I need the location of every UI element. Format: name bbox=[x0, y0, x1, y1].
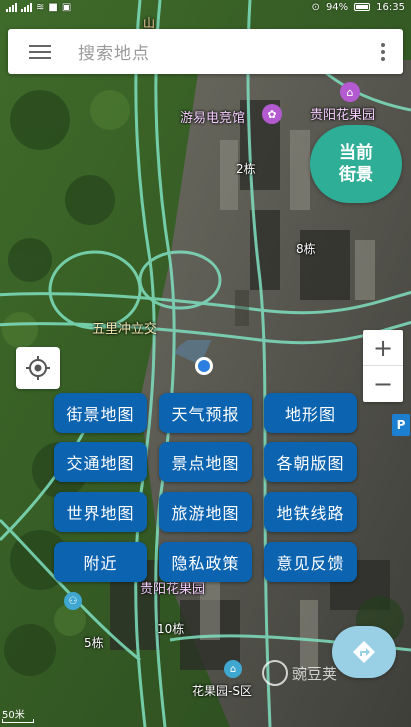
map-label-poi: 贵阳花果园 bbox=[310, 108, 376, 123]
privacy-policy-button[interactable]: 隐私政策 bbox=[159, 542, 252, 582]
zoom-control: + − bbox=[363, 330, 403, 402]
poi-icon: ✿ bbox=[262, 104, 282, 124]
weather-button[interactable]: 天气预报 bbox=[159, 393, 252, 433]
watermark-text: 豌豆荚 bbox=[292, 664, 338, 683]
terrain-map-button[interactable]: 地形图 bbox=[264, 393, 357, 433]
current-location-marker bbox=[174, 340, 213, 375]
zoom-in-button[interactable]: + bbox=[363, 330, 403, 366]
menu-icon[interactable] bbox=[8, 29, 52, 74]
wifi-icon: ≋ bbox=[36, 1, 45, 13]
feedback-button[interactable]: 意见反馈 bbox=[264, 542, 357, 582]
traffic-map-button[interactable]: 交通地图 bbox=[54, 442, 147, 482]
map-label: 8栋 bbox=[296, 242, 316, 256]
signal-icon bbox=[6, 2, 17, 12]
map-label: 2栋 bbox=[236, 162, 256, 176]
current-street-view-button[interactable]: 当前 街景 bbox=[310, 125, 402, 203]
restroom-icon: ⚇ bbox=[64, 592, 82, 610]
status-bar: ≋ ■ ▣ ⊙ 94% 16:35 bbox=[0, 0, 411, 14]
map-label: 花果园-S区 bbox=[192, 684, 252, 698]
watermark-logo-icon bbox=[262, 660, 288, 686]
poi-icon: ⌂ bbox=[224, 660, 242, 678]
map-label: 5栋 bbox=[84, 636, 104, 650]
shop-icon: ⌂ bbox=[340, 82, 360, 102]
street-view-label-2: 街景 bbox=[339, 165, 373, 185]
street-map-button[interactable]: 街景地图 bbox=[54, 393, 147, 433]
search-input[interactable]: 搜索地点 bbox=[78, 39, 150, 64]
nearby-button[interactable]: 附近 bbox=[54, 542, 147, 582]
watermark: 豌豆荚 bbox=[262, 660, 337, 686]
notification-icon: ▣ bbox=[61, 1, 72, 13]
route-navigation-button[interactable] bbox=[332, 626, 396, 678]
metro-lines-button[interactable]: 地铁线路 bbox=[264, 492, 357, 532]
map-label-poi: 游易电竞馆 bbox=[180, 111, 246, 126]
map-label: 10栋 bbox=[157, 622, 185, 636]
map-label-road: 五里冲立交 bbox=[92, 322, 158, 337]
scenic-map-button[interactable]: 景点地图 bbox=[159, 442, 252, 482]
parking-icon: P bbox=[392, 414, 410, 436]
location-icon: ⊙ bbox=[311, 1, 320, 13]
travel-map-button[interactable]: 旅游地图 bbox=[159, 492, 252, 532]
notification-icon: ■ bbox=[48, 1, 58, 13]
world-map-button[interactable]: 世界地图 bbox=[54, 492, 147, 532]
turn-arrow-icon bbox=[353, 641, 375, 663]
battery-icon bbox=[354, 3, 371, 11]
more-options-icon[interactable] bbox=[363, 29, 403, 74]
map-scale-bar bbox=[2, 719, 34, 723]
zoom-out-button[interactable]: − bbox=[363, 366, 403, 402]
crosshair-icon bbox=[26, 356, 50, 380]
search-bar[interactable]: 搜索地点 bbox=[8, 29, 403, 74]
signal-icon bbox=[21, 2, 32, 12]
battery-percent: 94% bbox=[325, 1, 349, 13]
clock: 16:35 bbox=[376, 1, 405, 13]
street-view-label-1: 当前 bbox=[339, 143, 373, 163]
locate-button[interactable] bbox=[16, 347, 60, 389]
dynasty-map-button[interactable]: 各朝版图 bbox=[264, 442, 357, 482]
